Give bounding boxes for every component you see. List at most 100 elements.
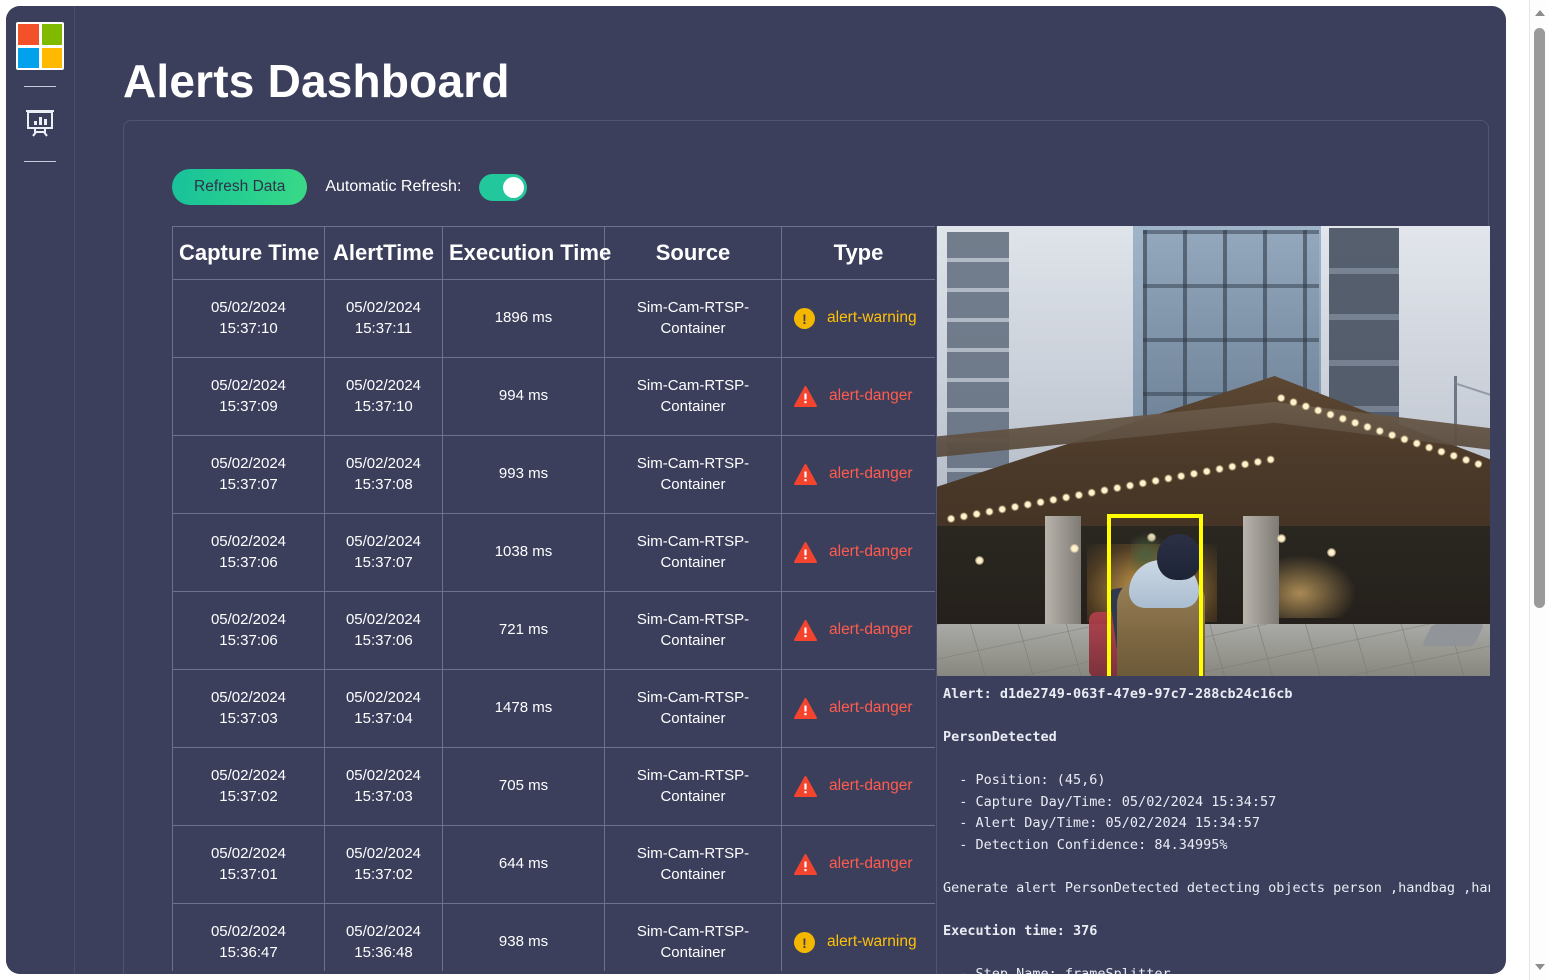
- sidebar: [6, 6, 75, 974]
- cell-execution-time: 1478 ms: [442, 669, 605, 748]
- cell-source: Sim-Cam-RTSP-Container: [604, 669, 782, 748]
- status-badge: alert-danger: [782, 670, 935, 747]
- downlight-1: [1070, 544, 1079, 553]
- table-row[interactable]: 05/02/2024 15:37:07 05/02/2024 15:37:08 993 …: [172, 435, 935, 514]
- screen-root: Alerts Dashboard Refresh Data Automatic …: [0, 0, 1548, 980]
- automatic-refresh-toggle[interactable]: [479, 173, 528, 201]
- cell-execution-time: 644 ms: [442, 825, 605, 904]
- logo-tile-yellow: [41, 47, 62, 68]
- cell-alert-time: 05/02/2024 15:36:48: [324, 903, 443, 971]
- logo-tile-red: [18, 24, 39, 45]
- table-row[interactable]: 05/02/2024 15:37:03 05/02/2024 15:37:04 1478…: [172, 669, 935, 748]
- toolbar: Refresh Data Automatic Refresh:: [172, 169, 528, 206]
- cell-capture-time: 05/02/2024 15:36:47: [172, 903, 325, 971]
- page-content: Alerts Dashboard Refresh Data Automatic …: [75, 6, 1506, 974]
- table-row[interactable]: 05/02/2024 15:37:06 05/02/2024 15:37:07 1038…: [172, 513, 935, 592]
- status-badge: alert-danger: [782, 358, 935, 435]
- cell-type: alert-danger: [781, 825, 935, 904]
- status-badge-label: alert-warning: [827, 309, 917, 327]
- cell-type: alert-danger: [781, 513, 935, 592]
- log-line: - Alert Day/Time: 05/02/2024 15:34:57: [943, 815, 1260, 831]
- cell-capture-time: 05/02/2024 15:37:01: [172, 825, 325, 904]
- vertical-scrollbar[interactable]: [1529, 0, 1548, 980]
- table-row[interactable]: 05/02/2024 15:36:47 05/02/2024 15:36:48 938 …: [172, 903, 935, 971]
- alerts-table-head: Capture Time AlertTime Execution Time So…: [172, 226, 935, 280]
- cell-source: Sim-Cam-RTSP-Container: [604, 825, 782, 904]
- status-badge: ! alert-warning: [782, 280, 935, 357]
- scrollbar-thumb[interactable]: [1534, 28, 1545, 608]
- table-row[interactable]: 05/02/2024 15:37:01 05/02/2024 15:37:02 644 …: [172, 825, 935, 904]
- dashboard-card: Refresh Data Automatic Refresh: Capture …: [123, 120, 1490, 974]
- cell-alert-time: 05/02/2024 15:37:11: [324, 279, 443, 358]
- status-badge: alert-danger: [782, 748, 935, 825]
- status-badge-label: alert-danger: [829, 855, 913, 873]
- sidebar-item-dashboard[interactable]: [18, 101, 62, 145]
- cell-type: alert-danger: [781, 669, 935, 748]
- log-line: - Detection Confidence: 84.34995%: [943, 836, 1228, 853]
- alert-preview-panel: Alert: d1de2749-063f-47e9-97c7-288cb24c1…: [936, 226, 1490, 974]
- alert-detection-frame[interactable]: [937, 226, 1490, 676]
- status-badge: ! alert-warning: [782, 904, 935, 971]
- column-header-source[interactable]: Source: [604, 226, 782, 280]
- danger-triangle-icon: [794, 698, 817, 719]
- refresh-data-button[interactable]: Refresh Data: [172, 169, 308, 206]
- log-line: Generate alert PersonDetected detecting …: [943, 879, 1490, 896]
- column-header-execution-time[interactable]: Execution Time: [442, 226, 611, 280]
- table-row[interactable]: 05/02/2024 15:37:02 05/02/2024 15:37:03 705 …: [172, 747, 935, 826]
- column-header-alert-time[interactable]: AlertTime: [324, 226, 443, 280]
- status-badge-label: alert-danger: [829, 621, 913, 639]
- cell-type: alert-danger: [781, 591, 935, 670]
- table-row[interactable]: 05/02/2024 15:37:06 05/02/2024 15:37:06 721 …: [172, 591, 935, 670]
- person-detection-bbox: [1107, 514, 1203, 676]
- cell-execution-time: 1896 ms: [442, 279, 605, 358]
- page-title: Alerts Dashboard: [123, 55, 510, 107]
- presentation-chart-icon: [26, 110, 54, 137]
- status-badge: alert-danger: [782, 436, 935, 513]
- status-badge: alert-danger: [782, 826, 935, 903]
- status-badge: alert-danger: [782, 592, 935, 669]
- cell-capture-time: 05/02/2024 15:37:02: [172, 747, 325, 826]
- column-header-capture-time[interactable]: Capture Time: [172, 226, 325, 280]
- danger-triangle-icon: [794, 542, 817, 563]
- status-badge-label: alert-danger: [829, 543, 913, 561]
- table-row[interactable]: 05/02/2024 15:37:10 05/02/2024 15:37:11 1896…: [172, 279, 935, 358]
- sidebar-divider-top: [24, 86, 56, 87]
- cell-type: alert-danger: [781, 357, 935, 436]
- cell-type: alert-danger: [781, 435, 935, 514]
- downlight-4: [975, 556, 984, 565]
- logo-tile-green: [41, 24, 62, 45]
- cell-type: ! alert-warning: [781, 903, 935, 971]
- warning-circle-icon: !: [794, 308, 815, 329]
- cell-alert-time: 05/02/2024 15:37:04: [324, 669, 443, 748]
- cell-execution-time: 1038 ms: [442, 513, 605, 592]
- automatic-refresh-label: Automatic Refresh:: [325, 178, 462, 196]
- cell-execution-time: 705 ms: [442, 747, 605, 826]
- downlight-5: [1327, 548, 1336, 557]
- table-row[interactable]: 05/02/2024 15:37:09 05/02/2024 15:37:10 994 …: [172, 357, 935, 436]
- danger-triangle-icon: [794, 776, 817, 797]
- log-line: - Step Name: frameSplitter: [943, 965, 1171, 975]
- alerts-table-body: 05/02/2024 15:37:10 05/02/2024 15:37:11 1896…: [172, 279, 935, 971]
- caret-down-icon: [1534, 964, 1545, 970]
- alert-detail-log: Alert: d1de2749-063f-47e9-97c7-288cb24c1…: [937, 676, 1490, 974]
- toggle-knob: [503, 176, 525, 198]
- cell-capture-time: 05/02/2024 15:37:10: [172, 279, 325, 358]
- cell-alert-time: 05/02/2024 15:37:02: [324, 825, 443, 904]
- cell-source: Sim-Cam-RTSP-Container: [604, 279, 782, 358]
- warning-circle-icon: !: [794, 932, 815, 953]
- logo-tile-blue: [18, 47, 39, 68]
- scrollbar-down-button[interactable]: [1530, 958, 1548, 976]
- cell-capture-time: 05/02/2024 15:37:06: [172, 591, 325, 670]
- app-window: Alerts Dashboard Refresh Data Automatic …: [6, 6, 1506, 974]
- danger-triangle-icon: [794, 386, 817, 407]
- status-badge-label: alert-danger: [829, 465, 913, 483]
- column-header-type[interactable]: Type: [781, 226, 935, 280]
- log-line: Execution time: 376: [943, 922, 1098, 939]
- cell-source: Sim-Cam-RTSP-Container: [604, 513, 782, 592]
- cell-alert-time: 05/02/2024 15:37:08: [324, 435, 443, 514]
- microsoft-logo[interactable]: [16, 22, 64, 70]
- scrollbar-up-button[interactable]: [1530, 4, 1548, 22]
